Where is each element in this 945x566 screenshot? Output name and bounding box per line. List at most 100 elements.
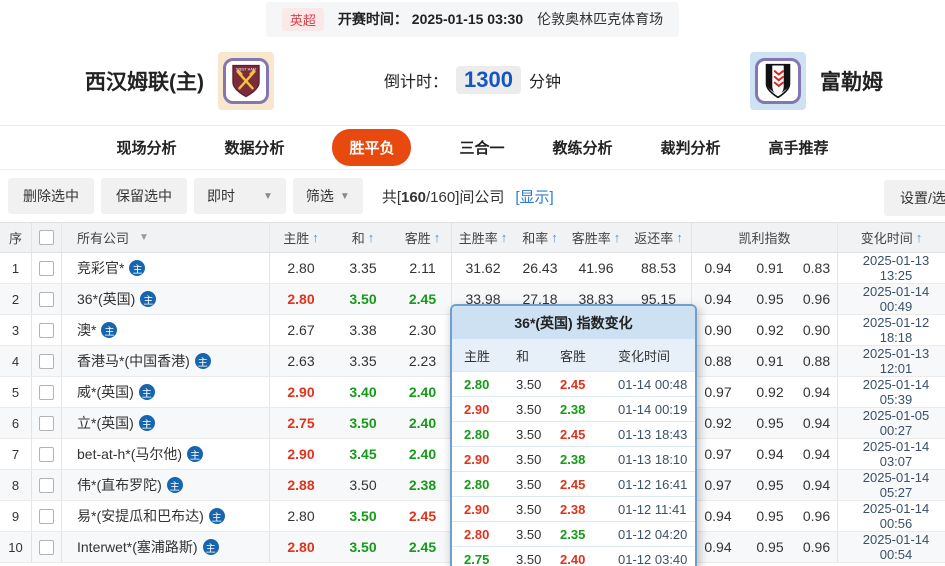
- home-odds-cell[interactable]: 2.63: [270, 346, 332, 376]
- home-odds-cell[interactable]: 2.90: [270, 377, 332, 407]
- draw-odds-cell[interactable]: 3.40: [332, 377, 394, 407]
- toolbar: 删除选中 保留选中 即时 ▼ 筛选 ▼ 共[160/160]间公司 [显示] 设…: [0, 170, 945, 222]
- header-away-rate[interactable]: 客胜率↑: [566, 223, 626, 252]
- change-time-cell: 2025-01-14 05:39: [838, 377, 945, 407]
- away-odds-cell[interactable]: 2.23: [394, 346, 452, 376]
- company-name[interactable]: bet-at-h*(马尔他): [77, 444, 182, 464]
- row-checkbox[interactable]: [39, 385, 54, 400]
- tab-item[interactable]: 裁判分析: [661, 137, 721, 158]
- sort-up-icon: ↑: [312, 230, 319, 245]
- row-index: 8: [0, 470, 32, 500]
- change-time-cell: 2025-01-14 00:54: [838, 532, 945, 562]
- kelly-cell: 0.92: [744, 315, 796, 345]
- settings-select-button[interactable]: 设置/选择: [884, 180, 945, 216]
- away-odds-cell[interactable]: 2.40: [394, 439, 452, 469]
- row-checkbox[interactable]: [39, 540, 54, 555]
- away-odds-cell[interactable]: 2.45: [394, 532, 452, 562]
- keep-selected-button[interactable]: 保留选中: [101, 178, 187, 214]
- company-name[interactable]: 香港马*(中国香港): [77, 351, 190, 371]
- kelly-cell: 0.94: [692, 284, 744, 314]
- popup-change-time: 01-13 18:43: [618, 427, 695, 442]
- home-odds-cell[interactable]: 2.80: [270, 501, 332, 531]
- company-name[interactable]: 威*(英国): [77, 382, 134, 402]
- home-odds-cell[interactable]: 2.80: [270, 532, 332, 562]
- header-company[interactable]: 所有公司 ▼: [62, 223, 270, 252]
- row-checkbox-cell: [32, 408, 62, 438]
- select-all-checkbox[interactable]: [39, 230, 54, 245]
- kelly-cell: 0.94: [692, 501, 744, 531]
- header-home-rate[interactable]: 主胜率↑: [452, 223, 514, 252]
- home-odds-cell[interactable]: 2.88: [270, 470, 332, 500]
- tab-item[interactable]: 胜平负: [332, 129, 411, 166]
- home-odds-cell[interactable]: 2.67: [270, 315, 332, 345]
- tab-item[interactable]: 教练分析: [553, 137, 613, 158]
- row-checkbox[interactable]: [39, 416, 54, 431]
- draw-odds-cell[interactable]: 3.45: [332, 439, 394, 469]
- away-odds-cell[interactable]: 2.40: [394, 408, 452, 438]
- change-time-cell: 2025-01-05 00:27: [838, 408, 945, 438]
- company-name[interactable]: 竞彩官*: [77, 258, 124, 278]
- away-odds-cell[interactable]: 2.40: [394, 377, 452, 407]
- filter-dropdown[interactable]: 筛选 ▼: [293, 178, 363, 214]
- row-checkbox[interactable]: [39, 509, 54, 524]
- home-odds-cell[interactable]: 2.75: [270, 408, 332, 438]
- draw-odds-cell[interactable]: 3.50: [332, 532, 394, 562]
- popup-odds-value: 2.38: [560, 452, 618, 467]
- time-filter-value: 即时: [207, 186, 235, 206]
- tab-item[interactable]: 高手推荐: [769, 137, 829, 158]
- home-odds-cell[interactable]: 2.80: [270, 284, 332, 314]
- row-checkbox[interactable]: [39, 447, 54, 462]
- row-checkbox[interactable]: [39, 323, 54, 338]
- draw-odds-cell[interactable]: 3.50: [332, 284, 394, 314]
- top-info-bar: 英超 开赛时间： 2025-01-15 03:30 伦敦奥林匹克体育场: [0, 0, 945, 38]
- tab-item[interactable]: 数据分析: [224, 137, 284, 158]
- tab-item[interactable]: 现场分析: [116, 137, 176, 158]
- company-name[interactable]: 澳*: [77, 320, 96, 340]
- popup-odds-value: 2.90: [464, 402, 516, 417]
- row-checkbox-cell: [32, 470, 62, 500]
- header-change-time[interactable]: 变化时间↑: [838, 223, 945, 252]
- draw-odds-cell[interactable]: 3.35: [332, 253, 394, 283]
- row-checkbox[interactable]: [39, 478, 54, 493]
- kelly-cell: 0.88: [692, 346, 744, 376]
- company-cell: 易*(安提瓜和巴布达)主: [62, 501, 270, 531]
- popup-odds-value: 2.75: [464, 552, 516, 566]
- popup-row: 2.803.502.4501-13 18:43: [452, 421, 695, 446]
- company-name[interactable]: Interwet*(塞浦路斯): [77, 537, 198, 557]
- sort-up-icon: ↑: [501, 230, 508, 245]
- tab-item[interactable]: 三合一: [459, 137, 504, 158]
- draw-odds-cell[interactable]: 3.50: [332, 470, 394, 500]
- popup-odds-value: 2.80: [464, 527, 516, 542]
- home-odds-cell[interactable]: 2.90: [270, 439, 332, 469]
- draw-odds-cell[interactable]: 3.50: [332, 501, 394, 531]
- delete-selected-button[interactable]: 删除选中: [8, 178, 94, 214]
- header-draw-rate[interactable]: 和率↑: [514, 223, 566, 252]
- draw-odds-cell[interactable]: 3.35: [332, 346, 394, 376]
- company-name[interactable]: 立*(英国): [77, 413, 134, 433]
- away-odds-cell[interactable]: 2.30: [394, 315, 452, 345]
- company-name[interactable]: 易*(安提瓜和巴布达): [77, 506, 204, 526]
- draw-odds-cell[interactable]: 3.38: [332, 315, 394, 345]
- away-odds-cell[interactable]: 2.45: [394, 501, 452, 531]
- company-cell: bet-at-h*(马尔他)主: [62, 439, 270, 469]
- away-odds-cell[interactable]: 2.38: [394, 470, 452, 500]
- header-draw-odds[interactable]: 和↑: [332, 223, 394, 252]
- time-filter-dropdown[interactable]: 即时 ▼: [194, 178, 286, 214]
- row-checkbox[interactable]: [39, 261, 54, 276]
- away-odds-cell[interactable]: 2.45: [394, 284, 452, 314]
- row-checkbox[interactable]: [39, 292, 54, 307]
- away-odds-cell[interactable]: 2.11: [394, 253, 452, 283]
- show-link[interactable]: [显示]: [515, 186, 553, 207]
- draw-odds-cell[interactable]: 3.50: [332, 408, 394, 438]
- away-rate-cell: 41.96: [566, 253, 626, 283]
- header-away-odds[interactable]: 客胜↑: [394, 223, 452, 252]
- header-home-odds[interactable]: 主胜↑: [270, 223, 332, 252]
- popup-change-time: 01-13 18:10: [618, 452, 695, 467]
- company-name[interactable]: 伟*(直布罗陀): [77, 475, 162, 495]
- row-index: 7: [0, 439, 32, 469]
- header-return-rate[interactable]: 返还率↑: [626, 223, 692, 252]
- company-name[interactable]: 36*(英国): [77, 289, 135, 309]
- row-checkbox[interactable]: [39, 354, 54, 369]
- popup-change-time: 01-14 00:19: [618, 402, 695, 417]
- home-odds-cell[interactable]: 2.80: [270, 253, 332, 283]
